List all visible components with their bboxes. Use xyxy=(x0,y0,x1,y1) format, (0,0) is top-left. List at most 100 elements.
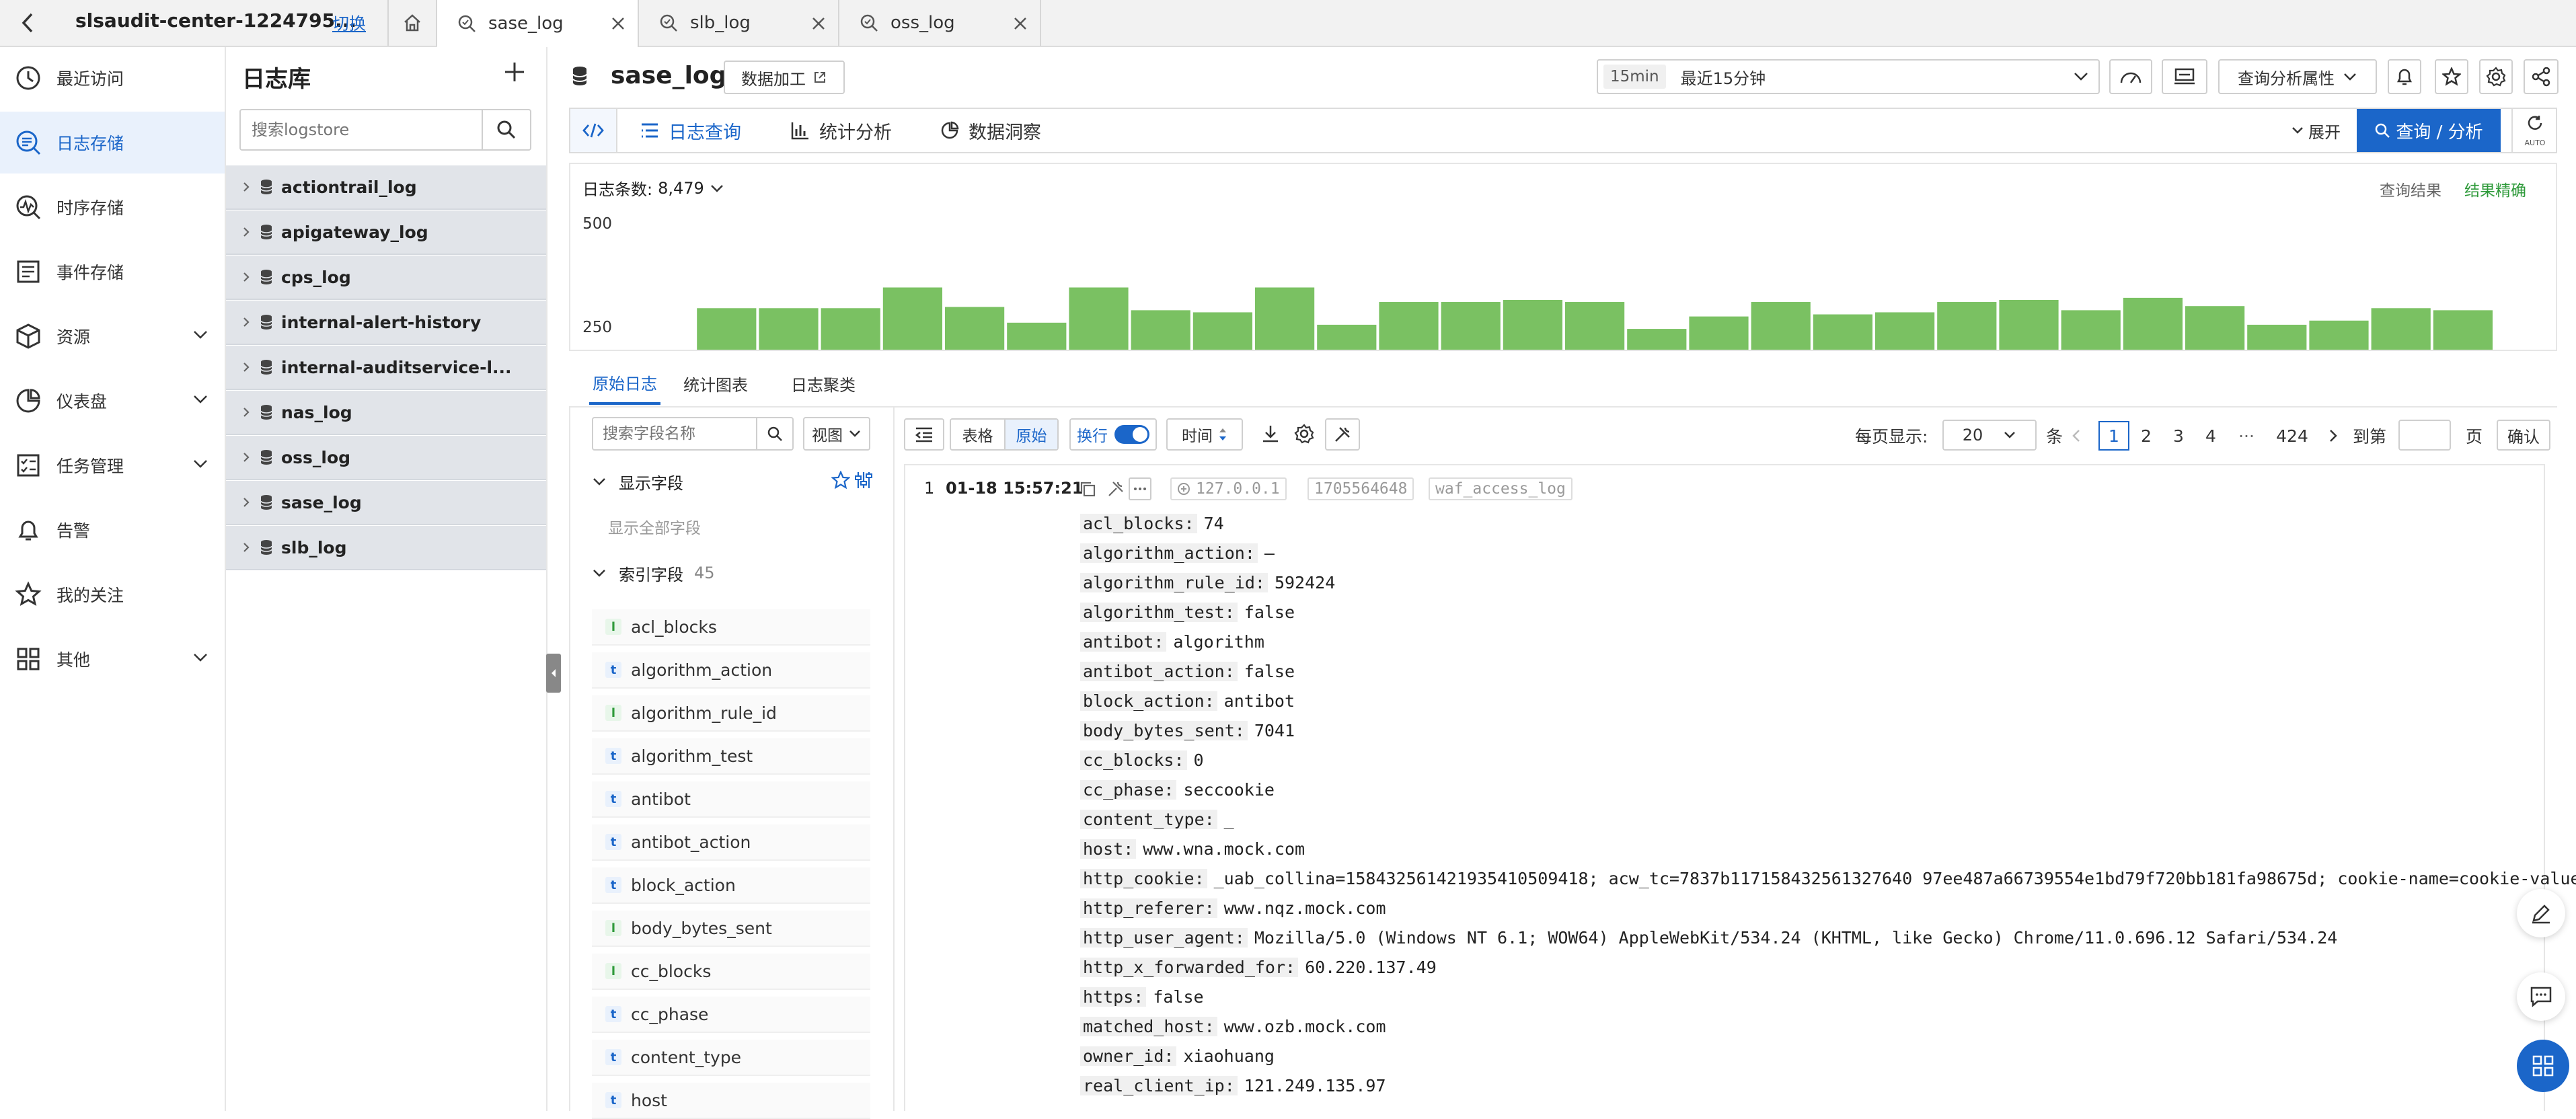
logstore-item[interactable]: sase_log xyxy=(226,481,546,525)
chevron-right-icon[interactable] xyxy=(242,496,250,508)
log-field-key[interactable]: http_referer: xyxy=(1080,898,1217,918)
field-item[interactable]: t content_type xyxy=(592,1040,870,1076)
log-field-key[interactable]: host: xyxy=(1080,839,1137,859)
chevron-right-icon[interactable] xyxy=(242,361,250,373)
add-logstore-icon[interactable] xyxy=(503,61,526,83)
log-field-key[interactable]: https: xyxy=(1080,987,1147,1007)
log-field-key[interactable]: algorithm_action: xyxy=(1080,543,1258,563)
nav-item-task-management[interactable]: 任务管理 xyxy=(0,434,225,496)
tools-button[interactable] xyxy=(1325,418,1360,451)
per-page-select[interactable]: 20 xyxy=(1942,420,2037,451)
log-field-key[interactable]: matched_host: xyxy=(1080,1016,1217,1036)
tab-slb-log[interactable]: slb_log xyxy=(639,0,839,46)
feedback-float-button[interactable] xyxy=(2517,972,2565,1021)
nav-item-alerts[interactable]: 告警 xyxy=(0,499,225,561)
histogram-bar[interactable] xyxy=(2433,310,2493,350)
log-field-key[interactable]: http_user_agent: xyxy=(1080,927,1248,948)
search-button[interactable] xyxy=(756,418,792,449)
chevron-right-icon[interactable] xyxy=(242,181,250,193)
data-process-button[interactable]: 数据加工 xyxy=(724,61,845,94)
chevron-down-icon[interactable] xyxy=(192,394,209,405)
logstore-item[interactable]: actiontrail_log xyxy=(226,165,546,210)
close-icon[interactable] xyxy=(811,16,826,31)
save-search-button[interactable] xyxy=(2162,59,2207,94)
histogram-bar[interactable] xyxy=(2247,324,2307,350)
edit-float-button[interactable] xyxy=(2517,889,2565,937)
histogram-bar[interactable] xyxy=(1131,310,1190,350)
chevron-down-icon[interactable] xyxy=(192,330,209,340)
histogram-bar[interactable] xyxy=(1069,287,1129,350)
nav-item-favorites[interactable]: 我的关注 xyxy=(0,564,225,625)
log-field-value[interactable]: 60.220.137.49 xyxy=(1298,958,1437,977)
nav-item-dashboard[interactable]: 仪表盘 xyxy=(0,370,225,432)
log-field-value[interactable]: – xyxy=(1258,543,1275,563)
next-page-icon[interactable] xyxy=(2328,421,2338,451)
page-2[interactable]: 2 xyxy=(2136,421,2156,451)
log-field-key[interactable]: content_type: xyxy=(1080,809,1217,829)
field-item[interactable]: t block_action xyxy=(592,867,870,904)
field-search-input[interactable] xyxy=(593,418,755,449)
nav-item-log-storage[interactable]: 日志存储 xyxy=(0,112,225,173)
share-button[interactable] xyxy=(2524,59,2559,94)
tab-sase-log[interactable]: sase_log xyxy=(437,0,639,47)
tab-log-query[interactable]: 日志查询 xyxy=(640,109,741,152)
log-field-value[interactable]: xiaohuang xyxy=(1176,1046,1274,1066)
field-item[interactable]: l acl_blocks xyxy=(592,609,870,646)
log-field-key[interactable]: owner_id: xyxy=(1080,1046,1177,1066)
nav-item-other[interactable]: 其他 xyxy=(0,628,225,690)
collapse-panel-handle[interactable] xyxy=(546,654,561,693)
favorite-button[interactable] xyxy=(2435,59,2468,94)
star-icon[interactable] xyxy=(831,471,850,490)
switch-project-link[interactable]: 切换 xyxy=(332,11,366,35)
histogram-bar[interactable] xyxy=(1441,302,1501,350)
histogram-bar[interactable] xyxy=(2061,310,2121,350)
log-field-value[interactable]: antibot xyxy=(1217,691,1295,711)
time-sort-button[interactable]: 时间 xyxy=(1166,418,1243,451)
apps-float-button[interactable] xyxy=(2517,1040,2569,1092)
histogram-bar[interactable] xyxy=(2123,297,2183,350)
nav-item-recent[interactable]: 最近访问 xyxy=(0,47,225,109)
histogram-bar[interactable] xyxy=(1813,314,1872,350)
close-icon[interactable] xyxy=(1013,16,1028,31)
tab-data-insight[interactable]: 数据洞察 xyxy=(940,109,1041,152)
chevron-right-icon[interactable] xyxy=(242,451,250,463)
goto-page-input[interactable] xyxy=(2398,420,2451,451)
page-last[interactable]: 424 xyxy=(2272,421,2312,451)
settings-button[interactable] xyxy=(2479,59,2513,94)
log-field-key[interactable]: http_cookie: xyxy=(1080,868,1207,888)
copy-icon[interactable] xyxy=(1079,480,1096,498)
histogram-bar[interactable] xyxy=(2371,308,2431,350)
log-field-value[interactable]: false xyxy=(1146,987,1203,1007)
close-icon[interactable] xyxy=(611,16,626,31)
field-settings-icon[interactable] xyxy=(854,471,873,490)
search-button[interactable] xyxy=(482,110,530,149)
field-item[interactable]: t antibot_action xyxy=(592,824,870,861)
log-field-key[interactable]: algorithm_rule_id: xyxy=(1080,572,1268,592)
page-ellipsis[interactable]: ··· xyxy=(2233,421,2260,451)
download-icon[interactable] xyxy=(1260,424,1281,444)
prev-page-icon[interactable] xyxy=(2072,421,2081,451)
tab-raw-log[interactable]: 原始日志 xyxy=(589,362,660,405)
log-field-value[interactable]: www.ozb.mock.com xyxy=(1217,1017,1386,1036)
field-item[interactable]: l cc_blocks xyxy=(592,954,870,990)
chevron-right-icon[interactable] xyxy=(242,406,250,418)
tools-icon[interactable] xyxy=(1107,480,1125,498)
histogram-bar[interactable] xyxy=(821,308,880,350)
field-item[interactable]: t cc_phase xyxy=(592,997,870,1033)
page-3[interactable]: 3 xyxy=(2168,421,2189,451)
logstore-item[interactable]: oss_log xyxy=(226,436,546,480)
chevron-right-icon[interactable] xyxy=(242,316,250,328)
logstore-item[interactable]: internal-alert-history xyxy=(226,301,546,345)
log-field-key[interactable]: real_client_ip: xyxy=(1080,1075,1238,1095)
nav-item-resources[interactable]: 资源 xyxy=(0,305,225,367)
histogram-bar[interactable] xyxy=(697,308,757,350)
log-field-value[interactable]: algorithm xyxy=(1166,632,1264,652)
tab-oss-log[interactable]: oss_log xyxy=(839,0,1041,46)
log-field-value[interactable]: false xyxy=(1238,662,1295,681)
confirm-page-button[interactable]: 确认 xyxy=(2497,420,2550,451)
chevron-right-icon[interactable] xyxy=(242,226,250,238)
field-item[interactable]: l algorithm_rule_id xyxy=(592,695,870,732)
log-field-value[interactable]: 7041 xyxy=(1248,721,1295,740)
tab-log-cluster[interactable]: 日志聚类 xyxy=(791,362,856,405)
page-4[interactable]: 4 xyxy=(2201,421,2221,451)
